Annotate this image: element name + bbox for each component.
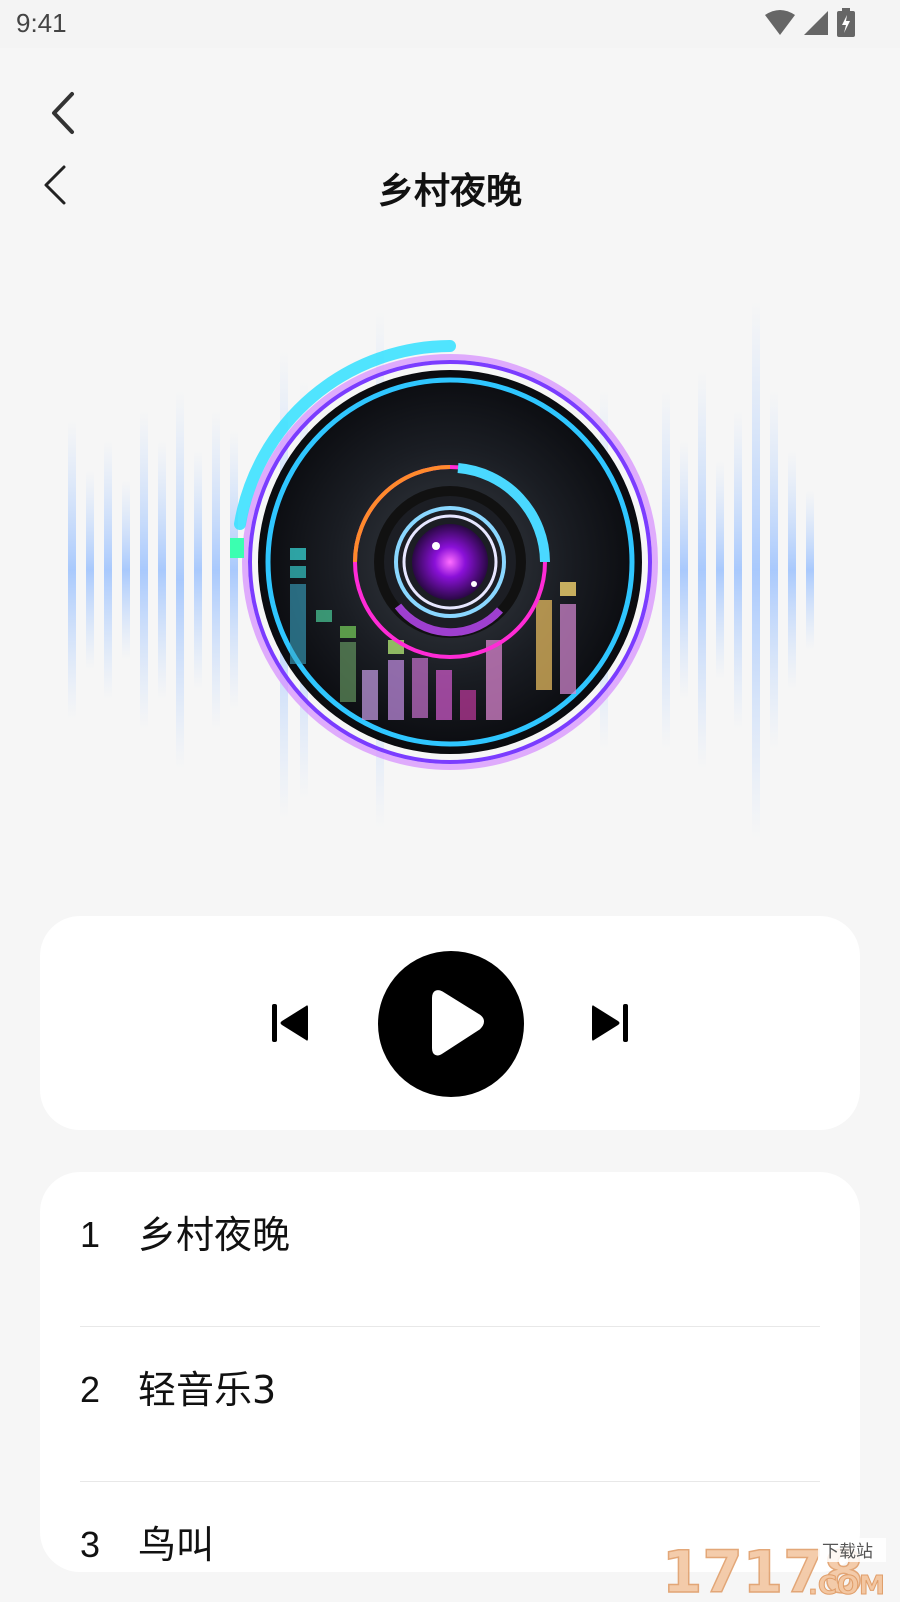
chevron-left-icon <box>52 92 74 134</box>
track-number: 2 <box>80 1369 101 1410</box>
track-number: 1 <box>80 1214 101 1255</box>
status-time: 9:41 <box>16 8 67 38</box>
wifi-icon <box>765 10 795 35</box>
track-name: 乡村夜晚 <box>138 1213 291 1257</box>
next-button[interactable] <box>586 998 634 1048</box>
list-item[interactable]: 2 轻音乐3 <box>40 1327 860 1482</box>
track-number: 3 <box>80 1524 101 1565</box>
status-icons <box>764 8 856 38</box>
svg-text:下载站: 下载站 <box>822 1542 873 1562</box>
status-bar: 9:41 <box>0 0 900 48</box>
track-name: 轻音乐3 <box>138 1368 277 1412</box>
signal-icon <box>804 11 828 35</box>
track-list: 1 乡村夜晚 2 轻音乐3 3 鸟叫 <box>40 1172 860 1572</box>
watermark-logo: 17178 下载站 .COM <box>658 1534 890 1602</box>
next-track-icon <box>592 1004 628 1042</box>
track-name: 鸟叫 <box>138 1523 215 1567</box>
previous-track-icon <box>272 1004 308 1042</box>
play-icon <box>432 990 484 1056</box>
previous-button[interactable] <box>266 998 314 1048</box>
album-art <box>0 270 900 870</box>
page-title: 乡村夜晚 <box>377 171 522 212</box>
disc-artwork <box>68 300 814 840</box>
play-button[interactable] <box>378 951 524 1097</box>
battery-icon <box>837 8 855 37</box>
back-button[interactable] <box>42 88 82 138</box>
svg-text:.COM: .COM <box>808 1571 885 1598</box>
list-item[interactable]: 1 乡村夜晚 <box>40 1172 860 1327</box>
